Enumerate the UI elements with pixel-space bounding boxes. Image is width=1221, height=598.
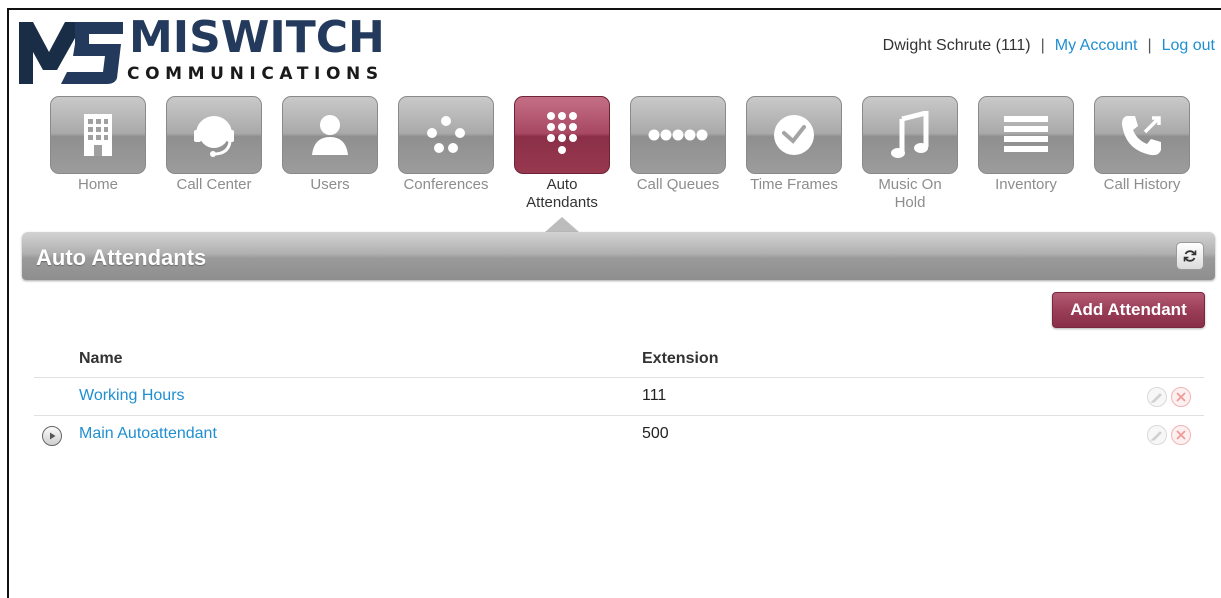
nav-icon-box xyxy=(398,96,494,174)
list-icon xyxy=(1004,116,1048,152)
play-button[interactable] xyxy=(42,426,62,446)
headset-icon xyxy=(194,116,234,157)
attendant-name-link[interactable]: Main Autoattendant xyxy=(79,425,217,443)
queue-dots-icon xyxy=(648,129,708,141)
nav-label: Music On Hold xyxy=(878,176,942,211)
nav-item-call-history[interactable]: Call History xyxy=(1094,96,1190,194)
user-bar: Dwight Schrute (111) | My Account | Log out xyxy=(883,37,1215,55)
phone-arrows-icon xyxy=(1122,116,1161,156)
nav-icon-box xyxy=(1094,96,1190,174)
nav-item-call-queues[interactable]: Call Queues xyxy=(630,96,726,194)
nav-item-music-on-hold[interactable]: Music On Hold xyxy=(862,96,958,212)
nav-icon-box xyxy=(746,96,842,174)
nav-label: Conferences xyxy=(403,176,489,193)
nav-label: Inventory xyxy=(995,176,1057,193)
building-icon xyxy=(84,114,112,156)
nav-label: Call Center xyxy=(176,176,252,193)
nav-item-call-center[interactable]: Call Center xyxy=(166,96,262,194)
edit-button[interactable] xyxy=(1147,425,1167,445)
attendant-name-link[interactable]: Working Hours xyxy=(79,387,185,405)
section-header: Auto Attendants xyxy=(22,232,1215,280)
attendant-extension: 111 xyxy=(642,387,667,404)
logo: MISWITCH COMMUNICATIONS xyxy=(17,12,385,88)
logo-subtitle: COMMUNICATIONS xyxy=(127,64,384,84)
nav-icon-box xyxy=(630,96,726,174)
refresh-button[interactable] xyxy=(1176,242,1204,270)
nav-icon-box xyxy=(282,96,378,174)
nav-item-auto-attendants[interactable]: Auto Attendants xyxy=(514,96,610,212)
delete-button[interactable] xyxy=(1171,387,1191,407)
nav-item-users[interactable]: Users xyxy=(282,96,378,194)
nav-label: Call History xyxy=(1103,176,1181,193)
logo-mark-icon xyxy=(19,22,123,84)
user-icon xyxy=(312,115,348,155)
edit-button[interactable] xyxy=(1147,387,1167,407)
pencil-icon xyxy=(1150,393,1162,403)
play-icon xyxy=(50,432,56,440)
logout-link[interactable]: Log out xyxy=(1162,37,1215,54)
nav-label: Time Frames xyxy=(750,176,838,193)
page-title: Auto Attendants xyxy=(36,245,207,270)
nav-label: Auto Attendants xyxy=(526,176,598,211)
close-icon xyxy=(1176,430,1186,440)
active-tab-pointer xyxy=(545,217,579,232)
nav-icon-box xyxy=(978,96,1074,174)
clock-icon xyxy=(774,115,814,155)
dots-group-icon xyxy=(427,116,465,153)
nav-item-inventory[interactable]: Inventory xyxy=(978,96,1074,194)
table-header: Name Extension xyxy=(34,342,1204,378)
nav-icon-box xyxy=(50,96,146,174)
nav-icon-box xyxy=(514,96,610,174)
attendants-table: Name Extension Working Hours 111 Main Au… xyxy=(34,342,1204,453)
nav-icon-box xyxy=(862,96,958,174)
nav-item-conferences[interactable]: Conferences xyxy=(398,96,494,194)
table-row: Working Hours 111 xyxy=(34,378,1204,416)
nav-label: Users xyxy=(310,176,350,193)
nav-icon-box xyxy=(166,96,262,174)
separator: | xyxy=(1040,37,1045,54)
add-attendant-button[interactable]: Add Attendant xyxy=(1052,292,1205,328)
close-icon xyxy=(1176,392,1186,402)
my-account-link[interactable]: My Account xyxy=(1055,37,1138,54)
user-display-name: Dwight Schrute (111) xyxy=(882,37,1031,54)
nav-item-time-frames[interactable]: Time Frames xyxy=(746,96,842,194)
main-nav: Home Call Center Users Conferences Auto … xyxy=(50,96,1190,216)
refresh-icon xyxy=(1183,250,1197,262)
nav-item-home[interactable]: Home xyxy=(50,96,146,194)
logo-wordmark: MISWITCH xyxy=(129,12,385,63)
music-note-icon xyxy=(891,111,929,158)
nav-label: Call Queues xyxy=(636,176,720,193)
column-header-extension: Extension xyxy=(642,350,719,367)
attendant-extension: 500 xyxy=(642,425,669,442)
delete-button[interactable] xyxy=(1171,425,1191,445)
column-header-name: Name xyxy=(79,350,123,367)
nav-label: Home xyxy=(77,176,118,193)
pencil-icon xyxy=(1150,431,1162,441)
table-row: Main Autoattendant 500 xyxy=(34,416,1204,453)
keypad-icon xyxy=(547,112,577,154)
separator: | xyxy=(1147,37,1152,54)
